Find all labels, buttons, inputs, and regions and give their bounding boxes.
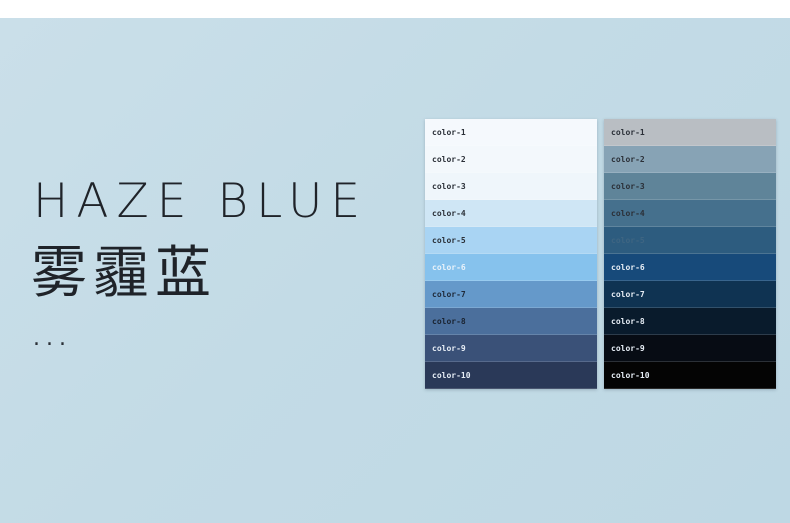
swatch-label: color-7: [432, 289, 466, 299]
swatch-label: color-10: [611, 370, 650, 380]
color-swatch: color-1: [604, 119, 776, 146]
color-swatch: color-2: [425, 146, 597, 173]
color-swatch: color-9: [425, 335, 597, 362]
dark-palette: color-1 color-2 color-3 color-4 color-5 color…: [604, 119, 776, 389]
color-swatch: color-4: [425, 200, 597, 227]
color-swatch: color-8: [425, 308, 597, 335]
color-swatch: color-10: [604, 362, 776, 389]
swatch-label: color-5: [611, 235, 645, 245]
color-swatch: color-4: [604, 200, 776, 227]
title-chinese: 雾霾蓝: [31, 241, 217, 306]
color-swatch: color-5: [604, 227, 776, 254]
swatch-label: color-2: [611, 154, 645, 164]
swatch-label: color-6: [432, 262, 466, 272]
ellipsis-decoration: ...: [33, 326, 72, 351]
color-swatch: color-2: [604, 146, 776, 173]
swatch-label: color-8: [432, 316, 466, 326]
color-swatch: color-10: [425, 362, 597, 389]
swatch-label: color-4: [611, 208, 645, 218]
color-swatch: color-9: [604, 335, 776, 362]
color-swatch: color-7: [425, 281, 597, 308]
color-swatch: color-3: [425, 173, 597, 200]
color-swatch: color-3: [604, 173, 776, 200]
swatch-label: color-9: [432, 343, 466, 353]
swatch-label: color-8: [611, 316, 645, 326]
swatch-label: color-10: [432, 370, 471, 380]
swatch-label: color-4: [432, 208, 466, 218]
swatch-label: color-5: [432, 235, 466, 245]
light-palette: color-1 color-2 color-3 color-4 color-5 color…: [425, 119, 597, 389]
color-swatch: color-5: [425, 227, 597, 254]
color-swatch: color-6: [604, 254, 776, 281]
swatch-label: color-7: [611, 289, 645, 299]
swatch-label: color-3: [611, 181, 645, 191]
color-swatch: color-7: [604, 281, 776, 308]
swatch-label: color-6: [611, 262, 645, 272]
color-swatch: color-6: [425, 254, 597, 281]
color-swatch: color-8: [604, 308, 776, 335]
swatch-label: color-9: [611, 343, 645, 353]
poster-background: HAZE BLUE 雾霾蓝 ... color-1 color-2 color-3 c…: [0, 18, 790, 523]
swatch-label: color-1: [611, 127, 645, 137]
swatch-label: color-1: [432, 127, 466, 137]
title-english: HAZE BLUE: [33, 174, 369, 229]
swatch-label: color-2: [432, 154, 466, 164]
color-swatch: color-1: [425, 119, 597, 146]
swatch-label: color-3: [432, 181, 466, 191]
